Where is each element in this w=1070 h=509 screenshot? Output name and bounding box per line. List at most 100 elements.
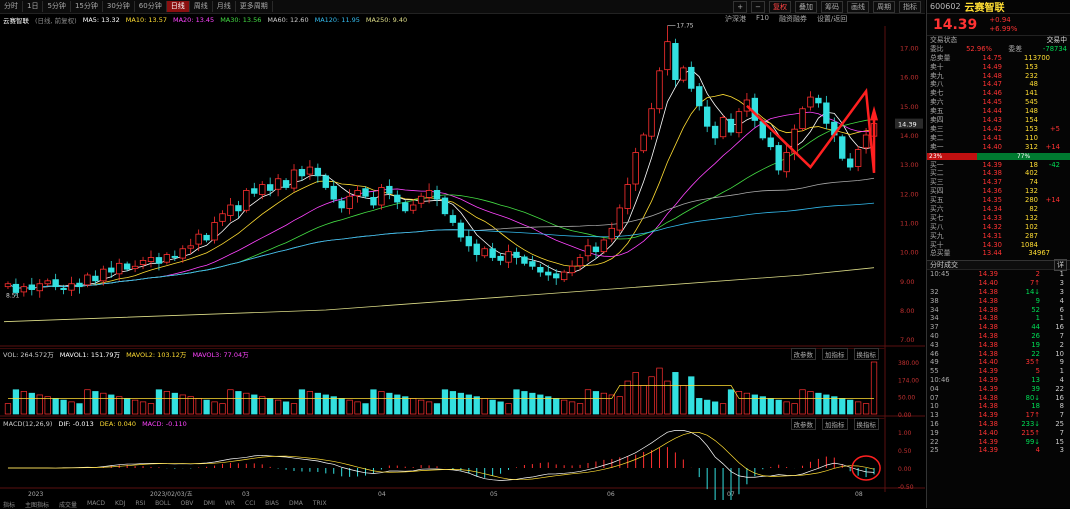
candle (116, 262, 123, 275)
price-tick: 13.00 (900, 161, 919, 169)
volume-bar (584, 389, 592, 415)
candle (672, 43, 679, 80)
indicator-tab[interactable]: BIAS (265, 500, 279, 508)
candle (576, 257, 584, 267)
candle (433, 190, 441, 200)
indicator-tab[interactable]: BOLL (155, 500, 170, 508)
volume-bar (727, 389, 735, 415)
panel-button[interactable]: 改参数 (790, 418, 816, 430)
panel-button[interactable]: 改参数 (790, 348, 816, 360)
candle (568, 265, 576, 274)
order-level: 买八 14.32 102 (930, 222, 1038, 231)
candle (449, 215, 457, 223)
volume-bar (489, 399, 496, 415)
indicator-tab[interactable]: KDJ (115, 500, 125, 508)
volume-bar (576, 403, 584, 415)
candle (147, 257, 155, 262)
candle (839, 136, 846, 159)
candle (211, 222, 218, 241)
volume-bar (155, 389, 163, 415)
candle (370, 197, 377, 206)
volume-bar (449, 391, 457, 415)
indicator-tab[interactable]: DMA (289, 500, 303, 508)
volume-bar (354, 401, 361, 415)
volume-bar (553, 398, 560, 415)
candle (505, 251, 512, 263)
indicator-tab[interactable]: DMI (203, 500, 215, 508)
candle (560, 271, 568, 281)
candle (648, 108, 655, 137)
trade-row: 16 14.38 233↓ 25 (930, 419, 1064, 428)
candle (616, 207, 623, 231)
candle (441, 197, 449, 215)
volume-bar (465, 394, 472, 415)
candle (473, 243, 480, 255)
indicator-value: DIF: -0.013 (58, 420, 94, 428)
candle (481, 248, 488, 257)
volume-bar (36, 394, 43, 415)
candle (179, 248, 186, 259)
volume-bar (410, 398, 417, 415)
volume-bar (855, 401, 862, 415)
volume-bar (147, 403, 155, 415)
candle (394, 194, 401, 203)
candle (815, 97, 822, 104)
dif-line (7, 430, 875, 481)
volume-bar (84, 389, 91, 415)
indicator-tab[interactable]: 指标 (3, 500, 15, 509)
volume-bar (124, 398, 131, 415)
trades-header: 分时成交 详 (927, 259, 1070, 272)
volume-bar (259, 396, 266, 415)
date-label: 2023 (28, 491, 43, 498)
buy-total-row: 总买量 13.44 34967 (930, 249, 1050, 258)
volume-bar (568, 401, 576, 415)
volume-bar (696, 398, 703, 415)
indicator-tab[interactable]: WR (225, 500, 235, 508)
volume-bar (68, 401, 75, 415)
candle (251, 188, 258, 194)
volume-bar (402, 396, 409, 415)
volume-bar (203, 399, 210, 415)
candle (362, 188, 369, 197)
indicator-tab[interactable]: TRIX (313, 500, 327, 508)
volume-bar (433, 403, 441, 415)
indicator-tab[interactable]: 主图指标 (25, 500, 49, 509)
candle (12, 283, 20, 293)
date-label: 2023/02/03/五 (150, 491, 193, 498)
volume-bar (243, 392, 250, 415)
candle (664, 41, 671, 71)
order-level: 买五 14.35 280 +14 (930, 196, 1060, 205)
candle (227, 204, 234, 216)
date-label: 07 (727, 491, 735, 498)
date-label: 05 (490, 491, 498, 498)
panel-button[interactable]: 加指标 (822, 418, 848, 430)
trade-row: 22 14.39 99↓ 15 (930, 437, 1064, 446)
candle (410, 204, 417, 211)
candle (243, 190, 250, 211)
panel-button[interactable]: 加指标 (822, 348, 848, 360)
macd-tick: 0.00 (898, 466, 912, 473)
candle (20, 286, 28, 293)
volume-bar (28, 392, 35, 415)
last-price: 14.39 (933, 16, 978, 33)
candle (330, 185, 337, 200)
candle (600, 239, 608, 253)
price-tick: 15.00 (900, 103, 919, 111)
panel-button[interactable]: 换指标 (853, 348, 879, 360)
candle (187, 245, 194, 249)
candle (4, 283, 12, 288)
indicator-tab[interactable]: CCI (245, 500, 255, 508)
volume-tick: 174.00 (898, 377, 919, 384)
volume-bar (521, 391, 528, 415)
indicator-tab[interactable]: RSI (135, 500, 145, 508)
indicator-tab[interactable]: OBV (181, 500, 194, 508)
volume-bar (537, 394, 544, 415)
volume-bar (529, 392, 536, 415)
price-tick: 10.00 (900, 249, 919, 257)
indicator-tab[interactable]: 成交量 (59, 500, 77, 509)
volume-bar (823, 394, 830, 415)
order-level: 卖六 14.45 545 (930, 98, 1038, 107)
trade-row: 34 14.38 1 1 (930, 314, 1064, 323)
panel-button[interactable]: 换指标 (853, 418, 879, 430)
indicator-tab[interactable]: MACD (87, 500, 105, 508)
